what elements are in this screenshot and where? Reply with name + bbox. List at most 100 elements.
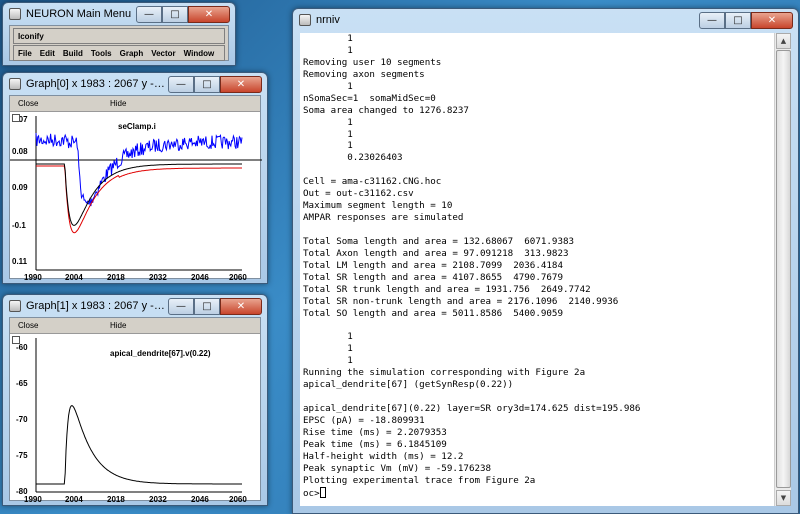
title-bar[interactable]: nrniv — □ ✕ — [293, 9, 798, 31]
menu-edit[interactable]: Edit — [36, 49, 59, 58]
console-line: Total LM length and area = 2108.7099 203… — [303, 259, 563, 271]
minimize-button[interactable]: — — [136, 5, 162, 23]
y-tick-label: -65 — [16, 379, 28, 388]
scroll-down-arrow-icon[interactable]: ▼ — [776, 490, 791, 506]
graph0-plot: 0.07 0.08 0.09 -0.1 0.11 1990 2004 2018 … — [10, 115, 262, 282]
y-tick-label: -0.1 — [12, 221, 26, 230]
console-prompt[interactable]: oc> — [300, 486, 774, 500]
graph-view-box[interactable] — [12, 114, 20, 122]
close-button[interactable]: ✕ — [751, 11, 793, 29]
trace-black — [36, 405, 242, 485]
console-line: apical_dendrite[67] (getSynResp(0.22)) — [303, 379, 514, 391]
graph1-client: Close Hide -60 -65 -70 -75 -80 1990 2004… — [9, 317, 261, 504]
graph0-canvas[interactable]: 0.07 0.08 0.09 -0.1 0.11 1990 2004 2018 … — [10, 111, 262, 282]
console-line: AMPAR responses are simulated — [303, 212, 464, 224]
app-icon — [299, 14, 311, 26]
trace-label: apical_dendrite[67].v(0.22) — [110, 349, 211, 358]
x-tick-label: 2060 — [229, 273, 247, 282]
close-button[interactable]: ✕ — [220, 75, 262, 93]
console-line: 1 — [303, 44, 353, 56]
menu-graph[interactable]: Graph — [116, 49, 148, 58]
console-line: Out = out-c31162.csv — [303, 188, 414, 200]
title-bar[interactable]: Graph[0] x 1983 : 2067 y -0.114 : -0.0..… — [3, 73, 267, 95]
console-line: Peak synaptic Vm (mV) = -59.176238 — [303, 462, 492, 474]
graph-close-button[interactable]: Close — [18, 99, 38, 108]
console-line: Total Soma length and area = 132.68067 6… — [303, 235, 575, 247]
y-tick-label: -75 — [16, 451, 28, 460]
console-line: 1 — [303, 33, 353, 44]
iconify-button[interactable]: Iconify — [13, 28, 225, 44]
console-line: 1 — [303, 343, 353, 355]
console-line: Cell = ama-c31162.CNG.hoc — [303, 176, 442, 188]
vertical-scrollbar[interactable]: ▲ ▼ — [774, 33, 791, 506]
graph-hide-button[interactable]: Hide — [110, 321, 126, 330]
menu-window[interactable]: Window — [180, 49, 219, 58]
window-title: Graph[0] x 1983 : 2067 y -0.114 : -0.0..… — [26, 78, 168, 90]
graph0-client: Close Hide 0.07 0.08 0.09 -0.1 0.11 1990… — [9, 95, 262, 282]
nrniv-window: nrniv — □ ✕ 1 1 Removing user 10 segments… — [292, 8, 799, 514]
main-menu-client: Iconify File Edit Build Tools Graph Vect… — [9, 25, 229, 61]
close-button[interactable]: ✕ — [188, 5, 230, 23]
iconify-label: Iconify — [18, 31, 44, 41]
console-line: Total SR non-trunk length and area = 217… — [303, 295, 619, 307]
console-line: apical_dendrite[67](0.22) layer=SR ory3d… — [303, 403, 641, 415]
graph-close-button[interactable]: Close — [18, 321, 38, 330]
x-tick-label: 2032 — [149, 495, 167, 504]
app-icon — [9, 78, 21, 90]
x-tick-label: 1990 — [24, 495, 42, 504]
text-cursor — [319, 486, 326, 498]
minimize-button[interactable]: — — [699, 11, 725, 29]
console-line: Removing axon segments — [303, 68, 425, 80]
console-line: Soma area changed to 1276.8237 — [303, 104, 469, 116]
graph-button-row: Close Hide — [10, 318, 260, 332]
minimize-button[interactable]: — — [168, 75, 194, 93]
console-line: Plotting experimental trace from Figure … — [303, 474, 536, 486]
scroll-thumb[interactable] — [776, 50, 791, 488]
menu-vector[interactable]: Vector — [147, 49, 179, 58]
y-tick-label: 0.08 — [12, 147, 28, 156]
graph-hide-button[interactable]: Hide — [110, 99, 126, 108]
close-button[interactable]: ✕ — [220, 297, 262, 315]
x-tick-label: 2060 — [229, 495, 247, 504]
menu-tools[interactable]: Tools — [87, 49, 116, 58]
x-tick-label: 2018 — [107, 495, 125, 504]
y-tick-label: 0.11 — [12, 257, 28, 266]
console-line: Total SR length and area = 4107.8655 479… — [303, 271, 563, 283]
scroll-up-arrow-icon[interactable]: ▲ — [776, 33, 791, 49]
console-line: Removing user 10 segments — [303, 56, 442, 68]
console-line: Total Axon length and area = 97.091218 3… — [303, 247, 569, 259]
console-line: Total SO length and area = 5011.8586 540… — [303, 307, 563, 319]
console-line: 1 — [303, 116, 353, 128]
graph1-canvas[interactable]: -60 -65 -70 -75 -80 1990 2004 2018 2032 … — [10, 333, 260, 504]
menu-build[interactable]: Build — [59, 49, 87, 58]
console-line: Maximum segment length = 10 — [303, 200, 453, 212]
app-icon — [9, 300, 21, 312]
console-line: Running the simulation corresponding wit… — [303, 367, 586, 379]
console-line: 1 — [303, 140, 353, 152]
maximize-button[interactable]: □ — [194, 75, 220, 93]
console-line: nSomaSec=1 somaMidSec=0 — [303, 92, 436, 104]
prompt-text: oc> — [303, 487, 320, 499]
trace-black — [36, 163, 242, 226]
console-output[interactable]: 1 1 Removing user 10 segments Removing axo… — [300, 33, 774, 506]
title-bar[interactable]: NEURON Main Menu — □ ✕ — [3, 3, 235, 25]
console-line: EPSC (pA) = -18.809931 — [303, 415, 425, 426]
window-title: Graph[1] x 1983 : 2067 y -82 : -58 — [26, 300, 168, 312]
x-tick-label: 2018 — [107, 273, 125, 282]
window-title: nrniv — [316, 14, 340, 26]
maximize-button[interactable]: □ — [725, 11, 751, 29]
app-icon — [9, 8, 21, 20]
console-line: Peak time (ms) = 6.1845109 — [303, 438, 447, 450]
maximize-button[interactable]: □ — [194, 297, 220, 315]
graph-view-box[interactable] — [12, 336, 20, 344]
y-tick-label: -60 — [16, 343, 28, 352]
title-bar[interactable]: Graph[1] x 1983 : 2067 y -82 : -58 — □ ✕ — [3, 295, 267, 317]
maximize-button[interactable]: □ — [162, 5, 188, 23]
menu-file[interactable]: File — [14, 49, 36, 58]
graph1-plot: -60 -65 -70 -75 -80 1990 2004 2018 2032 … — [16, 338, 247, 504]
x-tick-label: 2046 — [191, 273, 209, 282]
minimize-button[interactable]: — — [168, 297, 194, 315]
x-tick-label: 2046 — [191, 495, 209, 504]
